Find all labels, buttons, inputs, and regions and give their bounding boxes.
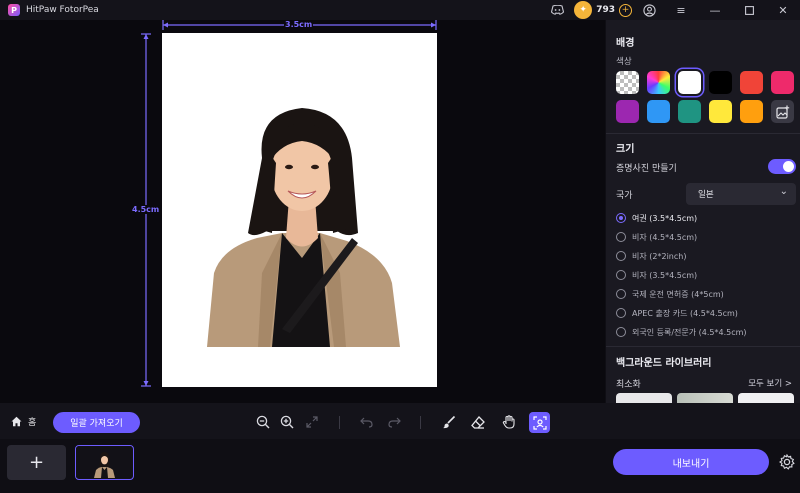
home-label: 홈 — [28, 418, 37, 428]
toggle-knob — [783, 161, 794, 172]
export-button[interactable]: 내보내기 — [613, 449, 769, 475]
size-option[interactable]: 비자 (3.5*4.5cm) — [616, 268, 697, 282]
home-button[interactable]: 홈 — [11, 415, 36, 428]
swatch-orange[interactable] — [740, 100, 763, 123]
bottom-toolbar: 홈 일괄 가져오기 — [0, 403, 800, 439]
size-option[interactable]: APEC 출장 카드 (4.5*4.5cm) — [616, 306, 738, 320]
brush-icon[interactable] — [440, 413, 458, 431]
size-option[interactable]: 비자 (4.5*4.5cm) — [616, 230, 697, 244]
portrait-image — [207, 108, 400, 347]
swatch-red[interactable] — [740, 71, 763, 94]
account-icon[interactable] — [642, 3, 656, 17]
id-photo-toggle[interactable] — [768, 159, 796, 174]
background-title: 배경 — [616, 38, 635, 49]
coin-icon: ✦ — [574, 1, 593, 19]
size-option[interactable]: 비자 (2*2inch) — [616, 249, 686, 263]
settings-gear-icon[interactable] — [778, 453, 795, 470]
portrait-icon[interactable] — [529, 412, 550, 433]
panel-divider — [606, 133, 800, 134]
minimize-icon[interactable]: — — [698, 0, 732, 20]
height-dimension: 4.5cm — [131, 33, 161, 387]
close-icon[interactable]: ✕ — [766, 0, 800, 20]
batch-import-button[interactable]: 일괄 가져오기 — [53, 412, 140, 433]
add-credits-icon[interactable]: + — [619, 3, 632, 17]
size-option[interactable]: 국제 운전 면허증 (4*5cm) — [616, 287, 724, 301]
swatch-rainbow[interactable] — [647, 71, 670, 94]
background-thumbnail[interactable] — [616, 393, 672, 403]
radio-icon — [616, 289, 626, 299]
width-label: 3.5cm — [284, 20, 314, 29]
size-option-label: APEC 출장 카드 (4.5*4.5cm) — [632, 308, 738, 318]
swatch-white[interactable] — [678, 71, 701, 94]
swatch-purple[interactable] — [616, 100, 639, 123]
credits-count: 793 — [596, 5, 615, 15]
id-photo-label: 증명사진 만들기 — [616, 164, 677, 174]
maximize-icon[interactable] — [732, 0, 766, 20]
id-photo-canvas[interactable] — [162, 33, 437, 387]
thumbnail-image — [76, 446, 132, 478]
title-bar-controls: ✦ 793 + ≡ — ✕ — [550, 0, 800, 20]
see-all-link[interactable]: 모두 보기 > — [748, 377, 792, 389]
title-bar: P HitPaw FotorPea ✦ 793 + ≡ — ✕ — [0, 0, 800, 20]
add-image-background-button[interactable] — [771, 100, 794, 123]
undo-icon[interactable] — [357, 413, 375, 431]
radio-icon — [616, 327, 626, 337]
eraser-icon[interactable] — [469, 413, 487, 431]
size-title: 크기 — [616, 144, 635, 155]
chevron-down-icon: ⌄ — [779, 186, 788, 197]
height-label: 4.5cm — [131, 205, 161, 214]
size-option-label: 비자 (4.5*4.5cm) — [632, 232, 698, 242]
app-window: P HitPaw FotorPea ✦ 793 + ≡ — ✕ 3.5cm 4.… — [0, 0, 800, 493]
discord-icon[interactable] — [550, 3, 564, 17]
swatch-teal[interactable] — [678, 100, 701, 123]
swatch-black[interactable] — [709, 71, 732, 94]
zoom-in-icon[interactable] — [278, 413, 296, 431]
library-title: 백그라운드 라이브러리 — [616, 358, 712, 369]
swatch-pink[interactable] — [771, 71, 794, 94]
size-option[interactable]: 외국인 등록/전문가 (4.5*4.5cm) — [616, 325, 747, 339]
toolbar-separator — [339, 416, 340, 429]
add-image-button[interactable]: + — [7, 445, 66, 480]
size-option-label: 여권 (3.5*4.5cm) — [632, 213, 698, 223]
minimal-label: 최소화 — [616, 380, 641, 390]
radio-icon — [616, 270, 626, 280]
menu-icon[interactable]: ≡ — [664, 0, 698, 20]
image-strip: + 내보내기 — [0, 439, 800, 493]
zoom-out-icon[interactable] — [254, 413, 272, 431]
size-option-label: 외국인 등록/전문가 (4.5*4.5cm) — [632, 327, 747, 337]
swatch-transparent[interactable] — [616, 71, 639, 94]
color-label: 색상 — [616, 57, 632, 67]
swatch-blue[interactable] — [647, 100, 670, 123]
add-image-icon — [775, 105, 789, 119]
width-dimension: 3.5cm — [162, 20, 437, 30]
swatch-yellow[interactable] — [709, 100, 732, 123]
background-thumbnail[interactable] — [738, 393, 794, 403]
country-value: 일본 — [698, 190, 714, 200]
settings-panel: 배경 색상 크기 증명사진 만들기 국가 일본 ⌄ 여권 (3.5*4.5cm) — [606, 20, 800, 403]
size-option[interactable]: 여권 (3.5*4.5cm) — [616, 211, 697, 225]
app-logo-icon: P — [8, 4, 20, 16]
home-icon — [11, 416, 22, 427]
radio-icon — [616, 251, 626, 261]
panel-divider — [606, 346, 800, 347]
radio-icon — [616, 232, 626, 242]
size-option-label: 비자 (2*2inch) — [632, 251, 687, 261]
country-select[interactable]: 일본 ⌄ — [686, 183, 796, 205]
background-thumbnail[interactable] — [677, 393, 733, 403]
toolbar-separator — [420, 416, 421, 429]
size-option-label: 비자 (3.5*4.5cm) — [632, 270, 698, 280]
size-option-label: 국제 운전 면허증 (4*5cm) — [632, 289, 724, 299]
canvas-area: 3.5cm 4.5cm — [0, 20, 605, 403]
country-label: 국가 — [616, 191, 633, 201]
app-title: HitPaw FotorPea — [26, 5, 99, 15]
redo-icon[interactable] — [385, 413, 403, 431]
hand-icon[interactable] — [500, 413, 518, 431]
radio-selected-icon — [616, 213, 626, 223]
image-thumbnail[interactable] — [75, 445, 134, 480]
radio-icon — [616, 308, 626, 318]
fit-screen-icon[interactable] — [303, 413, 321, 431]
